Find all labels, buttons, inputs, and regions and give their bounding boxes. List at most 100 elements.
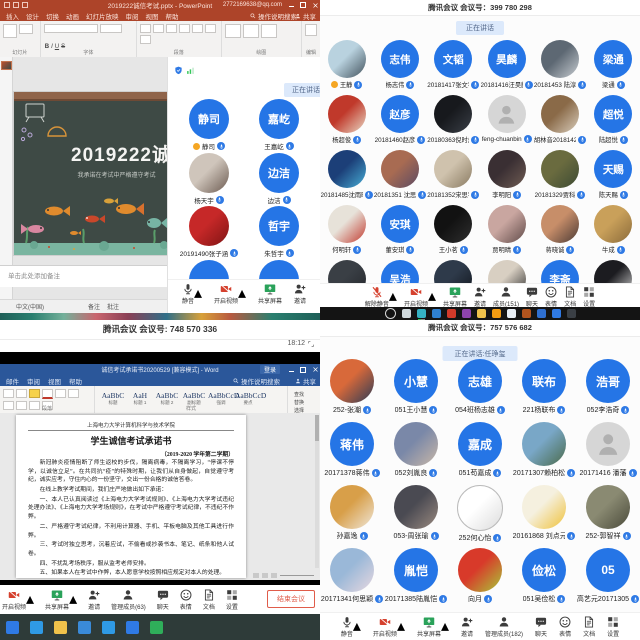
style-swatch-强调[interactable]: AaBbCcD强调 [208,391,234,406]
邀请-toolbar-button[interactable]: 邀请 [88,589,100,611]
聊天-toolbar-button[interactable]: 聊天 [157,589,169,611]
tab-审阅[interactable]: 审阅 [126,11,139,21]
word-zoom-controls[interactable] [253,573,314,578]
close-icon[interactable] [312,2,318,8]
chevron-up-icon[interactable]: ▴ [194,283,202,303]
start-button[interactable] [385,308,396,319]
表情-toolbar-button[interactable]: 表情 [545,286,557,308]
green-app-icon[interactable] [150,621,163,634]
tab-切换[interactable]: 切换 [46,11,59,21]
tencent-meeting-icon[interactable] [126,621,139,634]
edge-icon[interactable] [102,621,115,634]
slide-canvas[interactable]: 2019222诚 我承诺在考试中严格遵守考试 [14,92,189,255]
item-查找[interactable]: 查找 [294,391,304,398]
style-swatch-标题 2[interactable]: AaBbC标题 2 [154,391,180,406]
quick-styles-button[interactable] [261,24,277,38]
chevron-up-icon[interactable]: ▴ [26,589,34,609]
task-view-icon[interactable] [402,309,411,318]
qq-icon[interactable] [447,309,456,318]
minimize-icon[interactable] [289,3,294,7]
highlight-color-button[interactable] [29,389,40,398]
edge-icon[interactable] [417,309,426,318]
login-button[interactable]: 登录 [260,365,280,374]
开启视频-toolbar-button[interactable]: 开启视频 [404,286,428,308]
表情-toolbar-button[interactable]: 表情 [180,589,192,611]
管理成员(182)-toolbar-button[interactable]: 管理成员(182) [485,616,523,638]
word-share-button[interactable]: 共享 [295,375,316,386]
ie-icon[interactable] [30,621,43,634]
minimize-icon[interactable] [289,368,294,372]
共享屏幕-toolbar-button[interactable]: 共享屏幕 [417,616,441,638]
tab-帮助[interactable]: 帮助 [166,11,179,21]
共享屏幕-toolbar-button[interactable]: 共享屏幕 [258,283,282,305]
comments-toggle[interactable]: 批注 [107,302,119,311]
qqmusic-icon[interactable] [462,309,471,318]
chevron-up-icon[interactable]: ▴ [69,589,77,609]
静音-toolbar-button[interactable]: 静音 [341,616,353,638]
管理成员(63)-toolbar-button[interactable]: 管理成员(63) [111,589,146,611]
browser-icon[interactable] [567,309,576,318]
文档-toolbar-button[interactable]: 文档 [203,589,215,611]
maximize-icon[interactable] [300,2,306,8]
tab-插入[interactable]: 插入 [6,11,19,21]
style-swatch-要点[interactable]: AaBbCcD要点 [235,391,261,406]
设置-toolbar-button[interactable]: 设置 [583,286,595,308]
开启视频-toolbar-button[interactable]: 开启视频 [2,589,26,611]
开启视频-toolbar-button[interactable]: 开启视频 [214,283,238,305]
共享屏幕-toolbar-button[interactable]: 共享屏幕 [45,589,69,611]
style-swatch-标题 1[interactable]: AaH标题 1 [127,391,153,406]
邀请-toolbar-button[interactable]: 邀请 [461,616,473,638]
arrange-button[interactable] [243,24,259,38]
chevron-up-icon[interactable]: ▴ [441,616,449,636]
tab-设计[interactable]: 设计 [26,11,39,21]
firefox-icon[interactable] [522,309,531,318]
设置-toolbar-button[interactable]: 设置 [226,589,238,611]
maximize-icon[interactable] [300,367,306,373]
tencent-meeting-icon[interactable] [552,309,561,318]
end-meeting-button[interactable]: 结束会议 [267,590,315,608]
language-indicator[interactable]: 中文(中国) [16,302,44,311]
folder-icon[interactable] [477,309,486,318]
new-slide-button[interactable] [3,24,17,38]
u-app-icon[interactable] [537,309,546,318]
font-size-dropdown[interactable] [100,24,122,33]
mail-icon[interactable] [78,621,91,634]
expand-icon[interactable] [308,341,314,347]
word-icon[interactable] [507,309,516,318]
folder-icon[interactable] [54,621,67,634]
close-icon[interactable] [312,367,318,373]
开启视频-toolbar-button[interactable]: 开启视频 [373,616,397,638]
music-icon[interactable] [492,309,501,318]
slide-thumbnail[interactable] [1,61,12,70]
ppt-share-button[interactable]: 共享 [295,10,316,21]
表情-toolbar-button[interactable]: 表情 [559,616,571,638]
find-button[interactable] [305,24,317,36]
聊天-toolbar-button[interactable]: 聊天 [526,286,538,308]
notes-toggle[interactable]: 备注 [88,302,100,311]
edit-menu[interactable]: 查找替换选择 [291,389,307,416]
word-search[interactable]: 操作说明搜索 [233,375,280,386]
邀请-toolbar-button[interactable]: 邀请 [294,283,306,305]
解除静音-toolbar-button[interactable]: 解除静音 [365,286,389,308]
font-color-button[interactable] [42,389,53,399]
chevron-up-icon[interactable]: ▴ [238,283,246,303]
document-page[interactable]: 上海电力大学计算机科学与技术学院 学生诚信考试承诺书 （2019-2020 学年… [16,415,246,578]
store-icon[interactable] [6,621,19,634]
word-window-controls[interactable] [288,364,318,375]
文档-toolbar-button[interactable]: 文档 [564,286,576,308]
成员(151)-toolbar-button[interactable]: 成员(151) [493,286,519,308]
font-name-dropdown[interactable] [44,24,98,33]
tab-动画[interactable]: 动画 [66,11,79,21]
tab-审阅[interactable]: 审阅 [27,376,40,386]
chevron-up-icon[interactable]: ▴ [389,286,397,306]
文档-toolbar-button[interactable]: 文档 [583,616,595,638]
chevron-up-icon[interactable]: ▴ [397,616,405,636]
邀请-toolbar-button[interactable]: 邀请 [474,286,486,308]
style-swatch-标题[interactable]: AaBbC标题 [100,391,126,406]
style-swatch-副标题[interactable]: AaBbC副标题 [181,391,207,406]
item-替换[interactable]: 替换 [294,399,304,406]
chevron-up-icon[interactable]: ▴ [428,286,436,306]
tab-帮助[interactable]: 帮助 [69,376,82,386]
静音-toolbar-button[interactable]: 静音 [182,283,194,305]
聊天-toolbar-button[interactable]: 聊天 [535,616,547,638]
